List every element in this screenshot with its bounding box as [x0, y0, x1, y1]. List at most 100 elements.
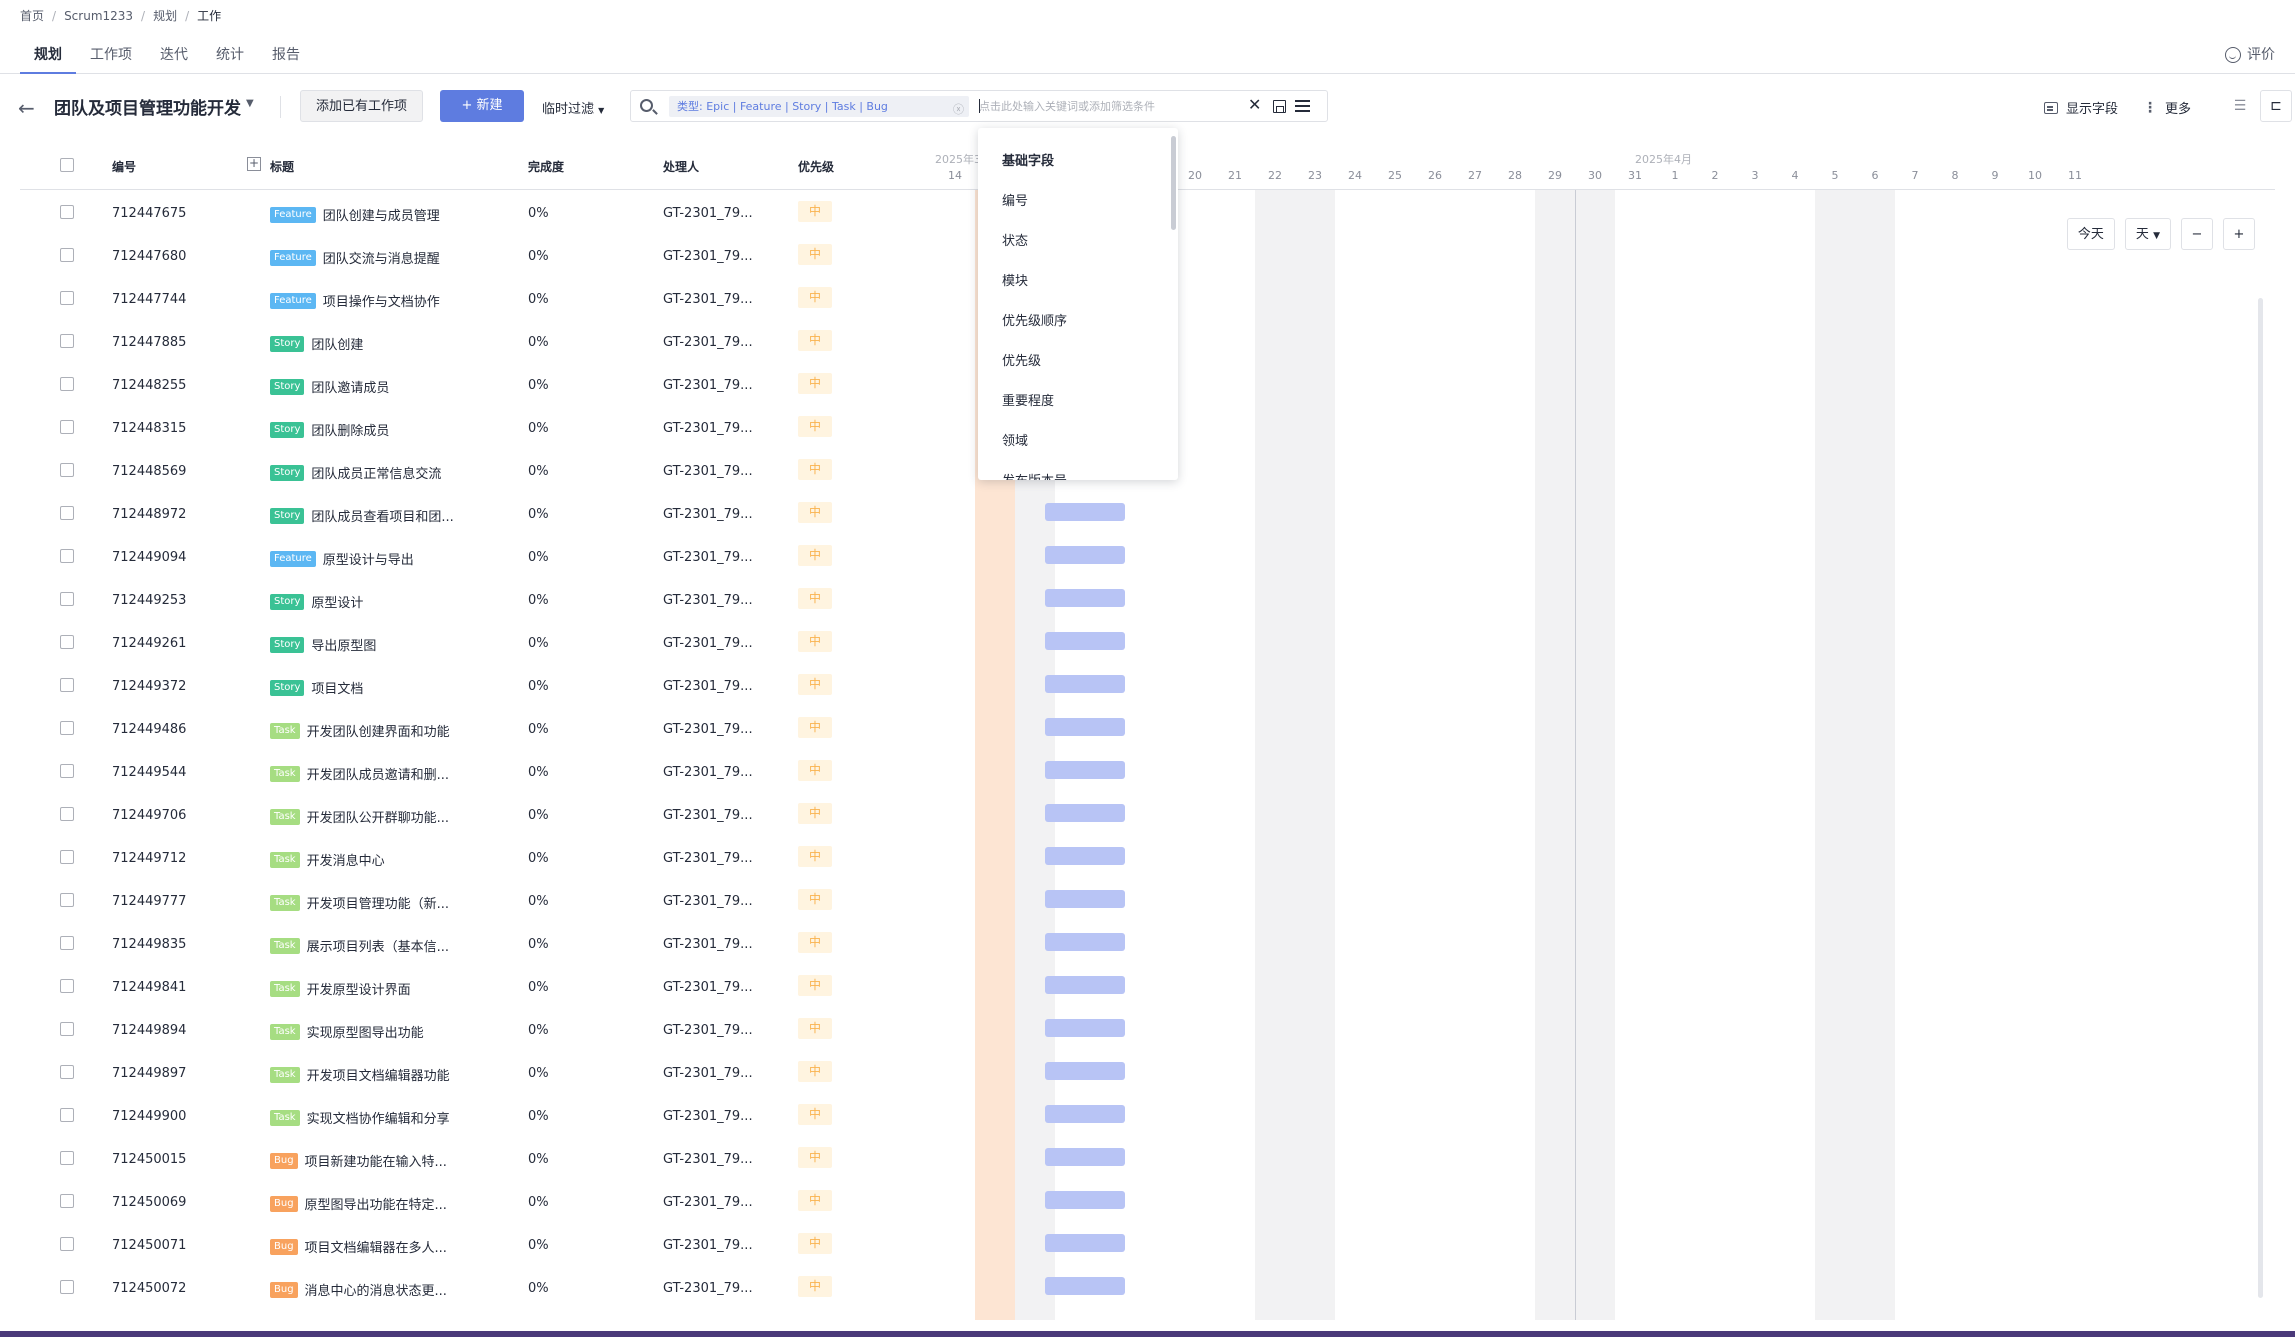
priority-badge[interactable]: 中: [798, 1276, 832, 1297]
work-item-id[interactable]: 712449372: [112, 679, 186, 694]
table-row[interactable]: 712449712 Task 开发消息中心 0% GT-2301_79... 中: [20, 835, 915, 878]
work-item-id[interactable]: 712450071: [112, 1238, 186, 1253]
gantt-bar[interactable]: [1045, 1062, 1125, 1080]
table-row[interactable]: 712449777 Task 开发项目管理功能（新... 0% GT-2301_79..…: [20, 878, 915, 921]
table-row[interactable]: 712448569 Story 团队成员正常信息交流 0% GT-2301_79... 中: [20, 448, 915, 491]
row-checkbox[interactable]: [60, 1237, 74, 1251]
breadcrumb-home[interactable]: 首页: [20, 7, 44, 24]
work-item-title[interactable]: Task 展示项目列表（基本信...: [270, 936, 449, 955]
assignee-value[interactable]: GT-2301_79...: [663, 1195, 753, 1210]
column-header-title[interactable]: 标题: [270, 158, 294, 175]
table-row[interactable]: 712449372 Story 项目文档 0% GT-2301_79... 中: [20, 663, 915, 706]
row-checkbox[interactable]: [60, 205, 74, 219]
row-checkbox[interactable]: [60, 463, 74, 477]
assignee-value[interactable]: GT-2301_79...: [663, 335, 753, 350]
assignee-value[interactable]: GT-2301_79...: [663, 1066, 753, 1081]
row-checkbox[interactable]: [60, 807, 74, 821]
gantt-bar[interactable]: [1045, 847, 1125, 865]
table-row[interactable]: 712447680 Feature 团队交流与消息提醒 0% GT-2301_79...…: [20, 233, 915, 276]
assignee-value[interactable]: GT-2301_79...: [663, 1023, 753, 1038]
work-item-title[interactable]: Task 开发项目管理功能（新...: [270, 893, 449, 912]
work-item-title[interactable]: Task 开发项目文档编辑器功能: [270, 1065, 450, 1084]
assignee-value[interactable]: GT-2301_79...: [663, 722, 753, 737]
table-row[interactable]: 712450015 Bug 项目新建功能在输入特... 0% GT-2301_79...…: [20, 1136, 915, 1179]
dropdown-field-option[interactable]: 优先级顺序: [1002, 310, 1067, 329]
priority-badge[interactable]: 中: [798, 502, 832, 523]
work-item-title[interactable]: Task 实现文档协作编辑和分享: [270, 1108, 450, 1127]
priority-badge[interactable]: 中: [798, 459, 832, 480]
priority-badge[interactable]: 中: [798, 674, 832, 695]
row-checkbox[interactable]: [60, 1280, 74, 1294]
priority-badge[interactable]: 中: [798, 1233, 832, 1254]
work-item-title[interactable]: Story 导出原型图: [270, 635, 376, 654]
assignee-value[interactable]: GT-2301_79...: [663, 507, 753, 522]
row-checkbox[interactable]: [60, 635, 74, 649]
column-header-progress[interactable]: 完成度: [528, 158, 564, 175]
work-item-title[interactable]: Story 原型设计: [270, 592, 363, 611]
work-item-title[interactable]: Feature 团队创建与成员管理: [270, 205, 440, 224]
row-checkbox[interactable]: [60, 1151, 74, 1165]
tab-iterations[interactable]: 迭代: [146, 36, 202, 74]
row-checkbox[interactable]: [60, 721, 74, 735]
gantt-bar[interactable]: [1045, 1234, 1125, 1252]
table-row[interactable]: 712447744 Feature 项目操作与文档协作 0% GT-2301_79...…: [20, 276, 915, 319]
assignee-value[interactable]: GT-2301_79...: [663, 851, 753, 866]
gantt-bar[interactable]: [1045, 546, 1125, 564]
gantt-bar[interactable]: [1045, 632, 1125, 650]
assignee-value[interactable]: GT-2301_79...: [663, 1109, 753, 1124]
work-item-id[interactable]: 712449841: [112, 980, 186, 995]
work-item-title[interactable]: Task 实现原型图导出功能: [270, 1022, 424, 1041]
row-checkbox[interactable]: [60, 893, 74, 907]
work-item-title[interactable]: Feature 团队交流与消息提醒: [270, 248, 440, 267]
priority-badge[interactable]: 中: [798, 1018, 832, 1039]
priority-badge[interactable]: 中: [798, 416, 832, 437]
gantt-bar[interactable]: [1045, 761, 1125, 779]
row-checkbox[interactable]: [60, 850, 74, 864]
gantt-bar[interactable]: [1045, 1277, 1125, 1295]
assignee-value[interactable]: GT-2301_79...: [663, 378, 753, 393]
work-item-title[interactable]: Bug 原型图导出功能在特定...: [270, 1194, 447, 1213]
assignee-value[interactable]: GT-2301_79...: [663, 808, 753, 823]
row-checkbox[interactable]: [60, 420, 74, 434]
vertical-scrollbar[interactable]: [2258, 298, 2263, 1298]
table-row[interactable]: 712448315 Story 团队删除成员 0% GT-2301_79... 中: [20, 405, 915, 448]
work-item-title[interactable]: Feature 项目操作与文档协作: [270, 291, 440, 310]
work-item-id[interactable]: 712449706: [112, 808, 186, 823]
row-checkbox[interactable]: [60, 291, 74, 305]
priority-badge[interactable]: 中: [798, 803, 832, 824]
plan-title[interactable]: 团队及项目管理功能开发: [54, 94, 241, 119]
assignee-value[interactable]: GT-2301_79...: [663, 421, 753, 436]
dropdown-field-option[interactable]: 模块: [1002, 270, 1028, 289]
tab-statistics[interactable]: 统计: [202, 36, 258, 74]
row-checkbox[interactable]: [60, 506, 74, 520]
priority-badge[interactable]: 中: [798, 932, 832, 953]
breadcrumb-planning[interactable]: 规划: [153, 7, 177, 24]
table-row[interactable]: 712449544 Task 开发团队成员邀请和删... 0% GT-2301_79..…: [20, 749, 915, 792]
row-checkbox[interactable]: [60, 592, 74, 606]
priority-badge[interactable]: 中: [798, 975, 832, 996]
work-item-id[interactable]: 712449486: [112, 722, 186, 737]
clear-icon[interactable]: ✕: [1248, 95, 1261, 114]
column-header-assignee[interactable]: 处理人: [663, 158, 699, 175]
work-item-id[interactable]: 712447675: [112, 206, 186, 221]
work-item-id[interactable]: 712448569: [112, 464, 186, 479]
work-item-title[interactable]: Feature 原型设计与导出: [270, 549, 414, 568]
priority-badge[interactable]: 中: [798, 588, 832, 609]
assignee-value[interactable]: GT-2301_79...: [663, 593, 753, 608]
work-item-title[interactable]: Task 开发团队创建界面和功能: [270, 721, 450, 740]
work-item-title[interactable]: Story 团队创建: [270, 334, 363, 353]
work-item-title[interactable]: Bug 项目新建功能在输入特...: [270, 1151, 447, 1170]
dropdown-field-option[interactable]: 领域: [1002, 430, 1028, 449]
chip-close-icon[interactable]: ⓧ: [953, 101, 964, 117]
assignee-value[interactable]: GT-2301_79...: [663, 937, 753, 952]
gantt-bar[interactable]: [1045, 1105, 1125, 1123]
temporary-filter-dropdown[interactable]: 临时过滤 ▼: [542, 98, 604, 117]
work-item-id[interactable]: 712449777: [112, 894, 186, 909]
table-row[interactable]: 712449706 Task 开发团队公开群聊功能... 0% GT-2301_79..…: [20, 792, 915, 835]
dropdown-field-option[interactable]: 重要程度: [1002, 390, 1054, 409]
work-item-title[interactable]: Task 开发消息中心: [270, 850, 385, 869]
row-checkbox[interactable]: [60, 979, 74, 993]
gantt-bar[interactable]: [1045, 890, 1125, 908]
list-view-icon[interactable]: ☰: [2224, 90, 2256, 122]
work-item-title[interactable]: Bug 消息中心的消息状态更...: [270, 1280, 447, 1299]
